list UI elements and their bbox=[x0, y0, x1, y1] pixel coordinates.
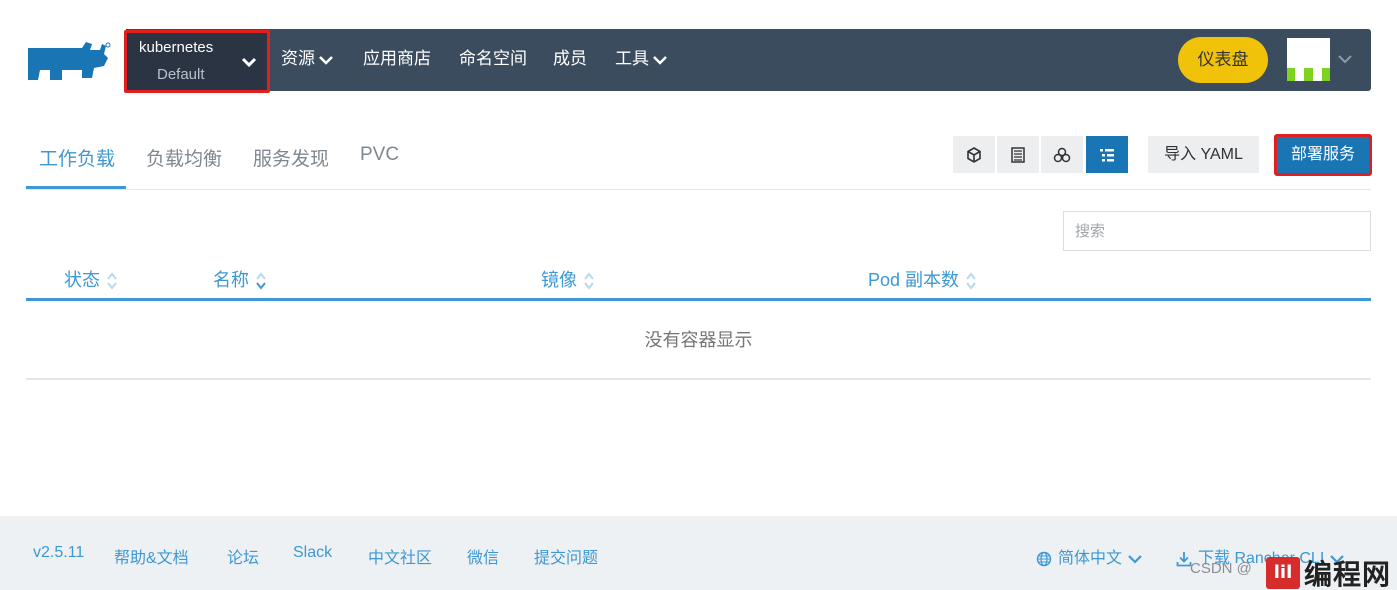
nav-members[interactable]: 成员 bbox=[553, 48, 587, 70]
deploy-service-button[interactable]: 部署服务 bbox=[1274, 134, 1372, 176]
column-header-name[interactable]: 名称 bbox=[213, 266, 267, 292]
chevron-down-icon bbox=[319, 55, 333, 65]
user-menu-chevron-icon[interactable] bbox=[1337, 52, 1353, 70]
import-yaml-button[interactable]: 导入 YAML bbox=[1148, 136, 1259, 173]
csdn-watermark: CSDN @ bbox=[1190, 560, 1252, 577]
cluster-name: kubernetes bbox=[139, 39, 214, 56]
tab-load-balancing[interactable]: 负载均衡 bbox=[146, 144, 222, 171]
footer-link-community[interactable]: 中文社区 bbox=[368, 544, 432, 568]
view-detailed-list-button[interactable] bbox=[1086, 136, 1128, 173]
sort-icon bbox=[584, 272, 594, 290]
nav-resources[interactable]: 资源 bbox=[281, 48, 333, 70]
language-selector[interactable]: 简体中文 bbox=[1036, 544, 1142, 568]
cluster-project-selector[interactable]: kubernetes Default bbox=[124, 30, 270, 93]
cube-icon bbox=[967, 146, 981, 163]
column-header-state[interactable]: 状态 bbox=[64, 266, 118, 292]
footer-link-forum[interactable]: 论坛 bbox=[227, 544, 259, 568]
footer-link-slack[interactable]: Slack bbox=[293, 544, 332, 562]
footer-link-submit-issue[interactable]: 提交问题 bbox=[534, 544, 598, 568]
table-bottom-rule bbox=[26, 378, 1371, 380]
tabs-divider bbox=[26, 189, 1371, 190]
chevron-down-icon bbox=[241, 55, 257, 73]
footer-link-help-docs[interactable]: 帮助&文档 bbox=[114, 544, 189, 568]
brand-badge: lil bbox=[1266, 557, 1300, 589]
tab-pvc[interactable]: PVC bbox=[360, 144, 399, 166]
table-header-rule bbox=[26, 298, 1371, 301]
cluster-icon bbox=[1053, 147, 1071, 162]
site-watermark-logo: lil 编程网 bbox=[1266, 556, 1391, 590]
footer-version[interactable]: v2.5.11 bbox=[33, 544, 84, 562]
globe-icon bbox=[1036, 551, 1052, 566]
rancher-logo[interactable] bbox=[24, 40, 112, 84]
list-detailed-icon bbox=[1100, 148, 1114, 161]
sort-icon bbox=[107, 272, 117, 290]
column-header-pod-replicas[interactable]: Pod 副本数 bbox=[868, 266, 977, 292]
footer-link-wechat[interactable]: 微信 bbox=[467, 544, 499, 568]
search-input[interactable] bbox=[1063, 211, 1371, 251]
view-flat-list-button[interactable] bbox=[997, 136, 1039, 173]
nav-namespaces[interactable]: 命名空间 bbox=[459, 48, 527, 70]
nav-tools[interactable]: 工具 bbox=[615, 48, 667, 70]
brand-text: 编程网 bbox=[1304, 559, 1392, 590]
column-header-image[interactable]: 镜像 bbox=[541, 266, 595, 292]
project-name: Default bbox=[157, 66, 205, 83]
sort-icon bbox=[256, 272, 266, 290]
tab-workloads[interactable]: 工作负载 bbox=[39, 144, 115, 171]
nav-app-store[interactable]: 应用商店 bbox=[363, 48, 431, 70]
sort-icon bbox=[966, 272, 976, 290]
list-flat-icon bbox=[1011, 146, 1025, 163]
chevron-down-icon bbox=[1128, 554, 1142, 564]
chevron-down-icon bbox=[653, 55, 667, 65]
view-cube-button[interactable] bbox=[953, 136, 995, 173]
dashboard-button[interactable]: 仪表盘 bbox=[1178, 37, 1268, 83]
view-cluster-button[interactable] bbox=[1041, 136, 1083, 173]
empty-table-message: 没有容器显示 bbox=[644, 330, 753, 350]
avatar[interactable] bbox=[1287, 38, 1330, 81]
tab-service-discovery[interactable]: 服务发现 bbox=[253, 144, 329, 171]
